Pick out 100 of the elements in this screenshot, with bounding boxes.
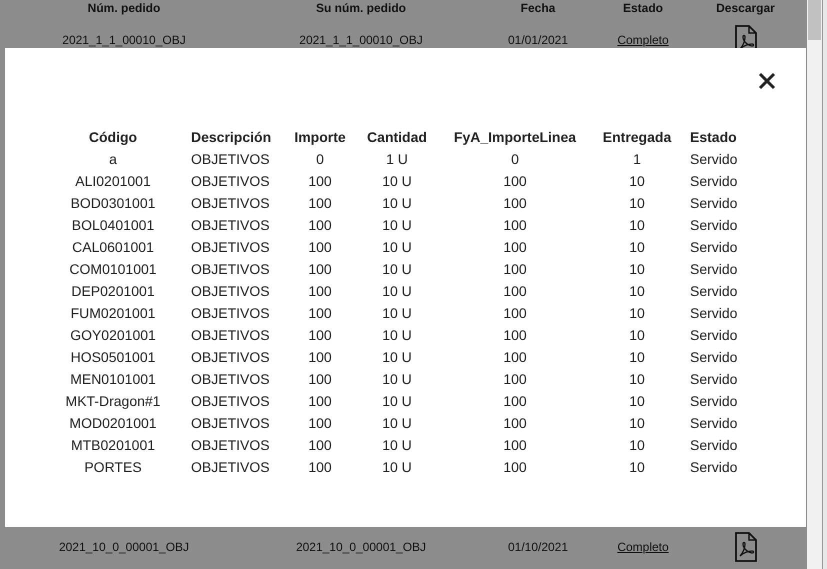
column-header: Estado — [622, 1, 663, 15]
table-cell: 10 — [629, 371, 645, 387]
table-cell-text: OBJETIVOS — [190, 305, 270, 321]
table-cell: PORTES — [84, 459, 142, 475]
table-cell: 100 — [308, 261, 332, 277]
table-cell: 10 — [629, 459, 645, 475]
column-header: Núm. pedido — [88, 1, 160, 15]
table-cell-text: Servido — [689, 283, 738, 299]
table-cell-text: OBJETIVOS — [190, 217, 270, 233]
table-cell-text: Servido — [689, 261, 738, 277]
table-cell: MKT-Dragon#1 — [66, 393, 160, 409]
table-cell: 10 — [629, 239, 645, 255]
table-cell: 100 — [308, 239, 332, 255]
table-cell: 01/01/2021 — [508, 33, 568, 47]
table-cell: HOS0501001 — [70, 349, 156, 365]
table-cell: MOD0201001 — [69, 415, 157, 431]
table-cell: 100 — [503, 437, 527, 453]
table-cell: 10 U — [382, 349, 412, 365]
table-cell: 100 — [308, 371, 332, 387]
table-cell: 100 — [503, 239, 527, 255]
table-cell: 10 — [629, 173, 645, 189]
table-cell: 100 — [503, 371, 527, 387]
table-cell: 10 U — [382, 415, 412, 431]
table-cell: 10 U — [382, 261, 412, 277]
table-cell-text: OBJETIVOS — [190, 459, 270, 475]
table-cell: 10 U — [382, 217, 412, 233]
table-cell: 10 — [629, 217, 645, 233]
status-link[interactable]: Completo — [617, 540, 669, 554]
table-cell: 100 — [503, 393, 527, 409]
table-cell: 100 — [503, 305, 527, 321]
close-button[interactable] — [756, 70, 778, 92]
table-cell: 10 — [629, 327, 645, 343]
table-cell: 100 — [503, 327, 527, 343]
table-cell: a — [109, 151, 117, 167]
table-cell: ALI0201001 — [75, 173, 151, 189]
table-cell-text: OBJETIVOS — [190, 173, 270, 189]
table-cell: 10 — [629, 349, 645, 365]
table-cell-text: OBJETIVOS — [190, 349, 270, 365]
table-cell: FUM0201001 — [70, 305, 156, 321]
table-cell: 100 — [308, 217, 332, 233]
table-cell: 100 — [308, 349, 332, 365]
table-cell-text: Servido — [689, 415, 738, 431]
table-cell: 10 U — [382, 327, 412, 343]
table-cell-text: Servido — [689, 437, 738, 453]
table-cell: BOD0301001 — [70, 195, 156, 211]
table-cell: 10 U — [382, 459, 412, 475]
table-cell-text: Servido — [689, 305, 738, 321]
table-cell: 100 — [503, 173, 527, 189]
scrollbar-thumb[interactable] — [808, 0, 821, 40]
table-cell: 10 U — [382, 239, 412, 255]
table-cell: 100 — [503, 261, 527, 277]
column-header: Importe — [294, 129, 346, 145]
table-cell: 10 U — [382, 173, 412, 189]
table-cell: BOL0401001 — [72, 217, 154, 233]
close-icon — [758, 72, 776, 90]
column-header: Entregada — [602, 129, 672, 145]
table-cell: 100 — [503, 349, 527, 365]
table-cell: CAL0601001 — [72, 239, 154, 255]
table-cell: 10 U — [382, 305, 412, 321]
table-cell-text: Servido — [689, 195, 738, 211]
table-cell: MEN0101001 — [70, 371, 156, 387]
table-cell: 10 — [629, 393, 645, 409]
table-cell: 100 — [503, 195, 527, 211]
table-cell-text: Servido — [689, 459, 738, 475]
table-cell: 2021_1_1_00010_OBJ — [299, 33, 423, 47]
table-cell: 100 — [308, 195, 332, 211]
table-cell-text: Servido — [689, 327, 738, 343]
table-cell: 10 — [629, 415, 645, 431]
table-cell: 100 — [308, 327, 332, 343]
table-cell: 0 — [511, 151, 519, 167]
table-cell-text: OBJETIVOS — [190, 415, 270, 431]
table-cell-text: OBJETIVOS — [190, 437, 270, 453]
status-link[interactable]: Completo — [617, 33, 669, 47]
column-header: Fecha — [520, 1, 556, 15]
table-cell: GOY0201001 — [70, 327, 156, 343]
table-cell: 1 — [633, 151, 641, 167]
table-cell-text: OBJETIVOS — [190, 393, 270, 409]
table-cell: 10 U — [382, 393, 412, 409]
table-cell-text: OBJETIVOS — [190, 283, 270, 299]
table-cell: DEP0201001 — [71, 283, 155, 299]
table-cell: 100 — [308, 459, 332, 475]
table-cell: 10 U — [382, 371, 412, 387]
table-cell: 10 — [629, 261, 645, 277]
table-cell: 100 — [308, 283, 332, 299]
table-cell: 100 — [308, 305, 332, 321]
table-cell: 100 — [308, 437, 332, 453]
column-header: Código — [88, 129, 138, 145]
column-header: Descargar — [716, 1, 775, 15]
pdf-icon[interactable] — [734, 532, 758, 562]
column-header: Estado — [689, 129, 737, 145]
table-cell-text: Servido — [689, 173, 738, 189]
table-cell: 0 — [316, 151, 324, 167]
table-cell-text: OBJETIVOS — [190, 327, 270, 343]
table-cell: 100 — [503, 415, 527, 431]
table-cell: 10 — [629, 305, 645, 321]
column-header: Cantidad — [367, 129, 427, 145]
table-cell-text: OBJETIVOS — [190, 151, 270, 167]
table-cell: 100 — [308, 393, 332, 409]
table-cell: 2021_10_0_00001_OBJ — [58, 540, 190, 554]
column-header: Descripción — [190, 129, 272, 145]
